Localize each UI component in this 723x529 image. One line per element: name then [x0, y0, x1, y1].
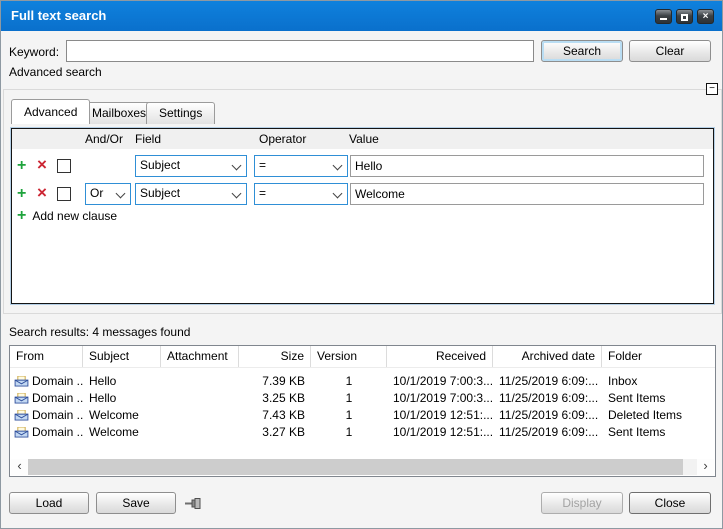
clause-checkbox[interactable] — [57, 187, 71, 201]
minimize-icon[interactable] — [655, 9, 672, 24]
pin-icon[interactable] — [184, 497, 202, 510]
add-clause-icon[interactable]: + — [17, 185, 26, 203]
add-clause-icon: + — [17, 207, 26, 224]
column-header-subject[interactable]: Subject — [83, 346, 161, 367]
table-row[interactable]: Domain ... Welcome 3.27 KB 1 10/1/2019 1… — [10, 424, 715, 441]
clause-checkbox[interactable] — [57, 159, 71, 173]
horizontal-scrollbar[interactable]: ‹ › — [11, 459, 714, 475]
chevron-down-icon — [333, 161, 343, 171]
chevron-down-icon — [232, 161, 242, 171]
from-cell-text: Domain ... — [32, 424, 83, 441]
operator-dropdown[interactable]: = — [254, 183, 348, 205]
add-new-clause-label: Add new clause — [32, 209, 117, 223]
column-header-version[interactable]: Version — [311, 346, 387, 367]
open-envelope-icon — [14, 410, 29, 421]
field-dropdown[interactable]: Subject — [135, 155, 247, 177]
scroll-right-icon[interactable]: › — [697, 459, 714, 475]
tab-settings[interactable]: Settings — [146, 102, 215, 124]
clause-grid: And/Or Field Operator Value + × Subject … — [11, 128, 714, 304]
operator-dropdown[interactable]: = — [254, 155, 348, 177]
operator-dropdown-value: = — [259, 158, 266, 172]
save-button[interactable]: Save — [96, 492, 176, 514]
full-text-search-dialog: Full text search × Keyword: Search Clear… — [0, 0, 723, 529]
field-dropdown-value: Subject — [140, 186, 180, 200]
search-button[interactable]: Search — [541, 40, 623, 62]
column-header-from[interactable]: From — [10, 346, 83, 367]
column-header-archived-date[interactable]: Archived date — [493, 346, 602, 367]
chevron-down-icon — [333, 189, 343, 199]
chevron-down-icon — [232, 189, 242, 199]
table-row[interactable]: Domain ... Hello 7.39 KB 1 10/1/2019 7:0… — [10, 373, 715, 390]
window-title: Full text search — [11, 8, 106, 23]
clear-button[interactable]: Clear — [629, 40, 711, 62]
advanced-search-label: Advanced search — [9, 65, 102, 79]
andor-dropdown[interactable]: Or — [85, 183, 131, 205]
value-column-header: Value — [349, 132, 379, 146]
table-row[interactable]: Domain ... Hello 3.25 KB 1 10/1/2019 7:0… — [10, 390, 715, 407]
titlebar[interactable]: Full text search × — [1, 1, 722, 31]
andor-dropdown-value: Or — [90, 186, 103, 200]
collapse-icon[interactable]: − — [706, 83, 718, 95]
table-row[interactable]: Domain ... Welcome 7.43 KB 1 10/1/2019 1… — [10, 407, 715, 424]
add-clause-icon[interactable]: + — [17, 157, 26, 175]
from-cell-text: Domain ... — [32, 407, 83, 424]
value-input[interactable] — [350, 155, 704, 177]
close-icon[interactable]: × — [697, 9, 714, 24]
add-new-clause-link[interactable]: + Add new clause — [17, 207, 117, 227]
clause-grid-header: And/Or Field Operator Value — [12, 129, 713, 149]
from-cell-text: Domain ... — [32, 390, 83, 407]
operator-dropdown-value: = — [259, 186, 266, 200]
remove-clause-icon[interactable]: × — [37, 184, 47, 202]
keyword-input[interactable] — [66, 40, 534, 62]
from-cell-text: Domain ... — [32, 373, 83, 390]
keyword-label: Keyword: — [9, 45, 59, 59]
results-table-header: From Subject Attachment Size Version Rec… — [10, 346, 715, 368]
scrollbar-thumb[interactable] — [28, 459, 683, 475]
scroll-left-icon[interactable]: ‹ — [11, 459, 28, 475]
clause-row: + × Or Subject = — [12, 183, 713, 205]
open-envelope-icon — [14, 393, 29, 404]
display-button[interactable]: Display — [541, 492, 623, 514]
andor-column-header: And/Or — [85, 132, 123, 146]
close-button[interactable]: Close — [629, 492, 711, 514]
field-dropdown[interactable]: Subject — [135, 183, 247, 205]
maximize-icon[interactable] — [676, 9, 693, 24]
results-summary: Search results: 4 messages found — [9, 325, 190, 339]
open-envelope-icon — [14, 376, 29, 387]
column-header-size[interactable]: Size — [239, 346, 311, 367]
load-button[interactable]: Load — [9, 492, 89, 514]
tab-advanced[interactable]: Advanced — [11, 99, 90, 124]
column-header-folder[interactable]: Folder — [602, 346, 715, 367]
field-dropdown-value: Subject — [140, 158, 180, 172]
field-column-header: Field — [135, 132, 161, 146]
results-table: From Subject Attachment Size Version Rec… — [9, 345, 716, 477]
remove-clause-icon[interactable]: × — [37, 156, 47, 174]
value-input[interactable] — [350, 183, 704, 205]
column-header-attachment[interactable]: Attachment — [161, 346, 239, 367]
operator-column-header: Operator — [259, 132, 306, 146]
open-envelope-icon — [14, 427, 29, 438]
column-header-received[interactable]: Received — [387, 346, 493, 367]
clause-row: + × Subject = — [12, 155, 713, 177]
chevron-down-icon — [116, 189, 126, 199]
